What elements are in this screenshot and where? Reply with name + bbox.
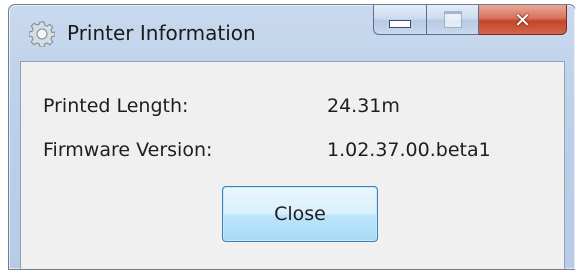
title-bar[interactable]: Printer Information ✕ [9, 5, 575, 61]
printed-length-label: Printed Length: [43, 95, 189, 117]
dialog-content: Printed Length: 24.31m Firmware Version:… [20, 61, 565, 269]
close-button[interactable]: Close [222, 186, 378, 242]
firmware-version-label: Firmware Version: [43, 139, 213, 161]
close-icon: ✕ [514, 7, 531, 32]
firmware-version-value: 1.02.37.00.beta1 [327, 139, 491, 161]
minimize-button[interactable] [373, 5, 427, 35]
window-close-button[interactable]: ✕ [479, 5, 567, 35]
window-title: Printer Information [67, 21, 256, 45]
caption-buttons: ✕ [373, 5, 567, 37]
printer-info-dialog: Printer Information ✕ Printed Length: 24… [8, 4, 575, 270]
maximize-icon [443, 11, 462, 28]
minimize-icon [389, 19, 411, 28]
printed-length-value: 24.31m [327, 95, 400, 117]
gear-icon [28, 21, 56, 48]
maximize-button[interactable] [427, 5, 479, 35]
